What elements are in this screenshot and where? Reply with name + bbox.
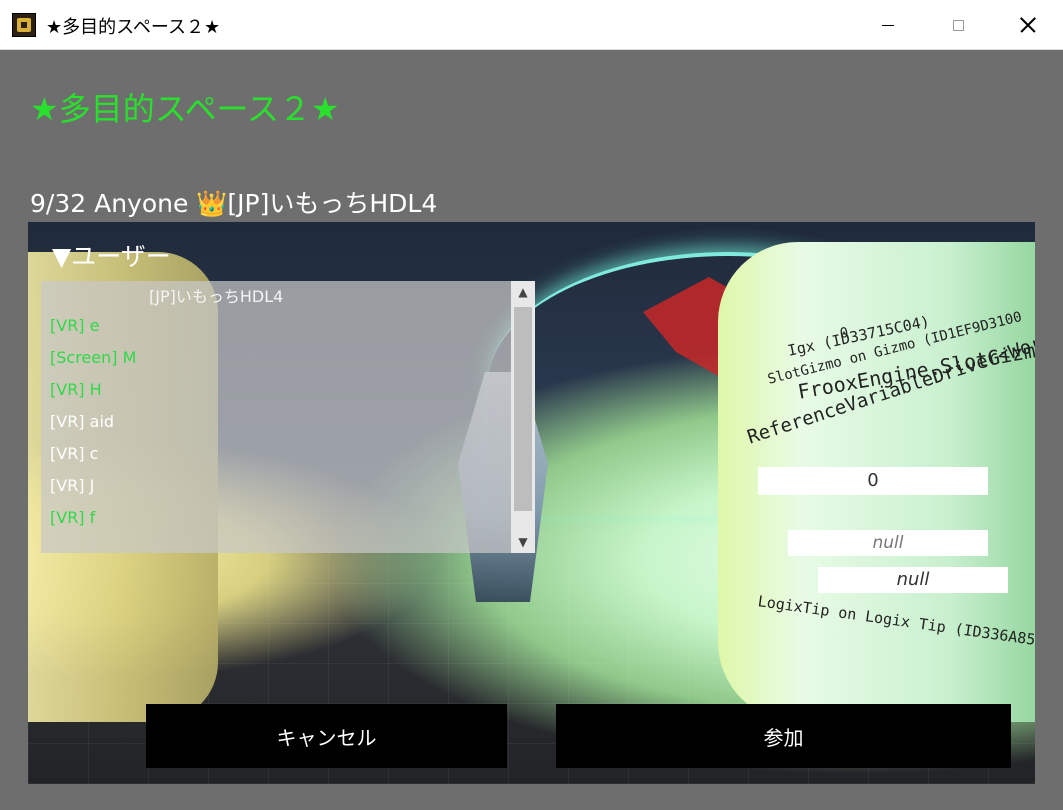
- minimize-icon: [882, 24, 894, 26]
- user-list[interactable]: [JP]いもっちHDL4 [VR] e [Screen] M [VR] H [V…: [41, 281, 535, 553]
- title-bar: ★多目的スペース２★: [0, 0, 1063, 50]
- window-title: ★多目的スペース２★: [46, 17, 221, 38]
- scroll-up-icon[interactable]: ▲: [511, 281, 535, 303]
- maximize-button[interactable]: [923, 0, 993, 50]
- maximize-icon: [952, 19, 964, 31]
- session-info: 9/32 Anyone 👑[JP]いもっちHDL4: [30, 189, 438, 218]
- scrollbar[interactable]: ▲ ▼: [511, 281, 535, 553]
- users-header[interactable]: ▼ユーザー: [52, 237, 171, 273]
- list-item: [JP]いもっちHDL4: [149, 287, 284, 306]
- world-title: ★多目的スペース２★: [30, 90, 340, 128]
- cancel-button[interactable]: キャンセル: [146, 704, 507, 768]
- list-item: [VR] f: [50, 508, 96, 527]
- list-item: [VR] aid: [50, 412, 115, 431]
- join-button[interactable]: 参加: [556, 704, 1011, 768]
- list-item: [VR] J: [50, 476, 95, 495]
- app-logo-icon: [12, 13, 36, 37]
- minimize-button[interactable]: [853, 0, 923, 50]
- preview-field-zero: 0: [758, 467, 988, 495]
- preview-field-null1: null: [788, 530, 988, 556]
- list-item: [Screen] M: [50, 348, 137, 367]
- scroll-thumb[interactable]: [514, 307, 532, 511]
- list-item: [VR] e: [50, 316, 100, 335]
- preview-field-null2: null: [818, 567, 1008, 593]
- close-icon: [1020, 17, 1036, 33]
- list-item: [VR] H: [50, 380, 102, 399]
- list-item: [VR] c: [50, 444, 99, 463]
- scroll-down-icon[interactable]: ▼: [511, 531, 535, 553]
- close-button[interactable]: [993, 0, 1063, 50]
